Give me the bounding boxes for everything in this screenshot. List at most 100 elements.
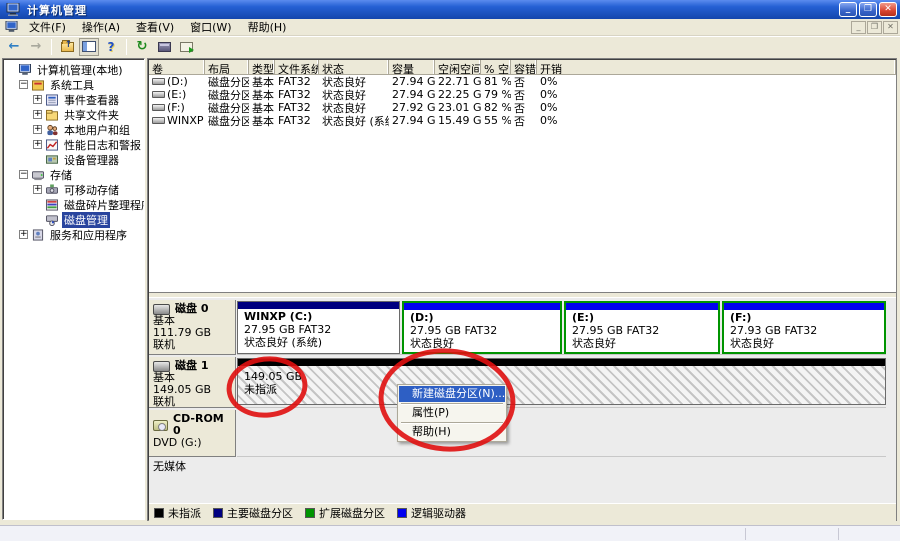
child-close-button[interactable]: ✕ <box>883 21 898 34</box>
expand-icon[interactable] <box>33 185 42 194</box>
menu-item-new-partition[interactable]: 新建磁盘分区(N)... <box>399 386 505 402</box>
primary-partition-stripe <box>238 302 399 309</box>
menu-help[interactable]: 帮助(H) <box>240 18 295 36</box>
expand-icon[interactable] <box>33 125 42 134</box>
tree-item-services-applications[interactable]: 服务和应用程序 <box>4 227 144 242</box>
tree-item-removable-storage[interactable]: 可移动存储 <box>4 182 144 197</box>
export-list-button[interactable] <box>176 38 196 56</box>
legend-primary-partition: 主要磁盘分区 <box>213 505 293 521</box>
tree-item-disk-management[interactable]: 磁盘管理 <box>4 212 144 227</box>
properties-icon <box>158 42 171 52</box>
column-header-type[interactable]: 类型 <box>249 60 275 74</box>
drive-icon <box>152 117 165 124</box>
primary-partition-swatch <box>213 508 223 518</box>
logical-drive-stripe <box>724 303 884 310</box>
disk-1-label[interactable]: 磁盘 1 基本 149.05 GB 联机 <box>149 357 236 408</box>
partition-e[interactable]: (E:) 27.95 GB FAT32 状态良好 <box>564 301 720 354</box>
tree-item-device-manager[interactable]: 设备管理器 <box>4 152 144 167</box>
menu-view[interactable]: 查看(V) <box>128 18 182 36</box>
unallocated-space[interactable]: 149.05 GB 未指派 <box>237 358 886 405</box>
tree-item-performance-logs[interactable]: 性能日志和警报 <box>4 137 144 152</box>
expand-icon[interactable] <box>33 110 42 119</box>
device-manager-icon <box>45 154 59 166</box>
legend-unallocated: 未指派 <box>154 505 201 521</box>
properties-button[interactable] <box>154 38 174 56</box>
tree-item-local-users-groups[interactable]: 本地用户和组 <box>4 122 144 137</box>
tree-item-disk-defragmenter[interactable]: 磁盘碎片整理程序 <box>4 197 144 212</box>
menu-file[interactable]: 文件(F) <box>21 18 74 36</box>
hard-disk-icon <box>153 304 170 315</box>
show-console-tree-button[interactable] <box>79 38 99 56</box>
disk-management-icon <box>45 214 59 226</box>
legend-bar: 未指派 主要磁盘分区 扩展磁盘分区 逻辑驱动器 <box>149 503 896 521</box>
logical-drive-stripe <box>566 303 718 310</box>
column-header-fault[interactable]: 容错 <box>511 60 537 74</box>
partition-d[interactable]: (D:) 27.95 GB FAT32 状态良好 <box>402 301 562 354</box>
expand-icon[interactable] <box>33 95 42 104</box>
cdrom-0-bars <box>237 410 886 457</box>
computer-icon <box>6 3 20 16</box>
toolbar-separator <box>51 39 52 55</box>
expand-icon[interactable] <box>33 140 42 149</box>
hard-disk-icon <box>153 361 170 372</box>
legend-extended-partition: 扩展磁盘分区 <box>305 505 385 521</box>
tree-item-shared-folders[interactable]: 共享文件夹 <box>4 107 144 122</box>
disk-0-bars: WINXP (C:) 27.95 GB FAT32 状态良好 (系统) (D:)… <box>237 300 886 355</box>
back-button[interactable]: ← <box>4 38 24 56</box>
menu-window[interactable]: 窗口(W) <box>182 18 239 36</box>
cd-drive-icon <box>153 420 168 431</box>
column-header-pctfree[interactable]: % 空闲 <box>481 60 511 74</box>
tree-item-computer-management[interactable]: 计算机管理(本地) <box>4 62 144 77</box>
disk-0-label[interactable]: 磁盘 0 基本 111.79 GB 联机 <box>149 300 236 355</box>
expand-icon[interactable] <box>19 230 28 239</box>
legend-logical-drive: 逻辑驱动器 <box>397 505 466 521</box>
back-icon: ← <box>9 39 20 54</box>
forward-button[interactable]: → <box>26 38 46 56</box>
logical-drive-swatch <box>397 508 407 518</box>
menu-action[interactable]: 操作(A) <box>74 18 128 36</box>
tree-item-system-tools[interactable]: 系统工具 <box>4 77 144 92</box>
tree-item-event-viewer[interactable]: 事件查看器 <box>4 92 144 107</box>
column-header-capacity[interactable]: 容量 <box>389 60 435 74</box>
column-header-status[interactable]: 状态 <box>319 60 389 74</box>
collapse-icon[interactable] <box>19 170 28 179</box>
child-restore-button[interactable]: ❐ <box>867 21 882 34</box>
column-header-free[interactable]: 空闲空间 <box>435 60 481 74</box>
column-header-volume[interactable]: 卷 <box>149 60 205 74</box>
computer-management-window: 计算机管理 _ ❐ ✕ 文件(F) 操作(A) 查看(V) 窗口(W) 帮助(H… <box>0 0 900 541</box>
close-button[interactable]: ✕ <box>879 2 897 17</box>
title-bar: 计算机管理 _ ❐ ✕ <box>0 0 900 19</box>
window-title: 计算机管理 <box>27 2 837 18</box>
volume-row-c[interactable]: WINXP (C:) 磁盘分区 基本 FAT32 状态良好 (系统) 27.94… <box>149 114 896 127</box>
toolbar-separator <box>126 39 127 55</box>
up-button[interactable] <box>57 38 77 56</box>
menu-item-properties[interactable]: 属性(P) <box>399 405 505 421</box>
taskbar-strip <box>0 525 900 541</box>
column-header-layout[interactable]: 布局 <box>205 60 249 74</box>
column-header-fs[interactable]: 文件系统 <box>275 60 319 74</box>
shared-folder-icon <box>45 109 59 121</box>
help-button[interactable]: ? <box>101 38 121 56</box>
users-icon <box>45 124 59 136</box>
context-menu: 新建磁盘分区(N)... 属性(P) 帮助(H) <box>397 384 507 442</box>
event-viewer-icon <box>45 94 59 106</box>
details-pane: 卷 布局 类型 文件系统 状态 容量 空闲空间 % 空闲 容错 开销 (D:) … <box>147 58 897 521</box>
storage-icon <box>31 169 45 181</box>
removable-storage-icon <box>45 184 59 196</box>
child-minimize-button[interactable]: _ <box>851 21 866 34</box>
minimize-button[interactable]: _ <box>839 2 857 17</box>
cdrom-0-label[interactable]: CD-ROM 0 DVD (G:) 无媒体 <box>149 410 236 457</box>
forward-icon: → <box>31 39 42 54</box>
menu-item-help[interactable]: 帮助(H) <box>399 424 505 440</box>
cdrom-0-row: CD-ROM 0 DVD (G:) 无媒体 <box>149 410 896 457</box>
refresh-button[interactable]: ↻ <box>132 38 152 56</box>
column-header-overhead[interactable]: 开销 <box>537 60 896 74</box>
export-list-icon <box>180 42 193 52</box>
child-window-icon <box>5 21 18 33</box>
disk-graphical-view: 磁盘 0 基本 111.79 GB 联机 WINXP (C:) 27.95 GB… <box>149 298 896 503</box>
collapse-icon[interactable] <box>19 80 28 89</box>
partition-f[interactable]: (F:) 27.93 GB FAT32 状态良好 <box>722 301 886 354</box>
tree-item-storage[interactable]: 存储 <box>4 167 144 182</box>
partition-c[interactable]: WINXP (C:) 27.95 GB FAT32 状态良好 (系统) <box>237 301 400 354</box>
restore-button[interactable]: ❐ <box>859 2 877 17</box>
